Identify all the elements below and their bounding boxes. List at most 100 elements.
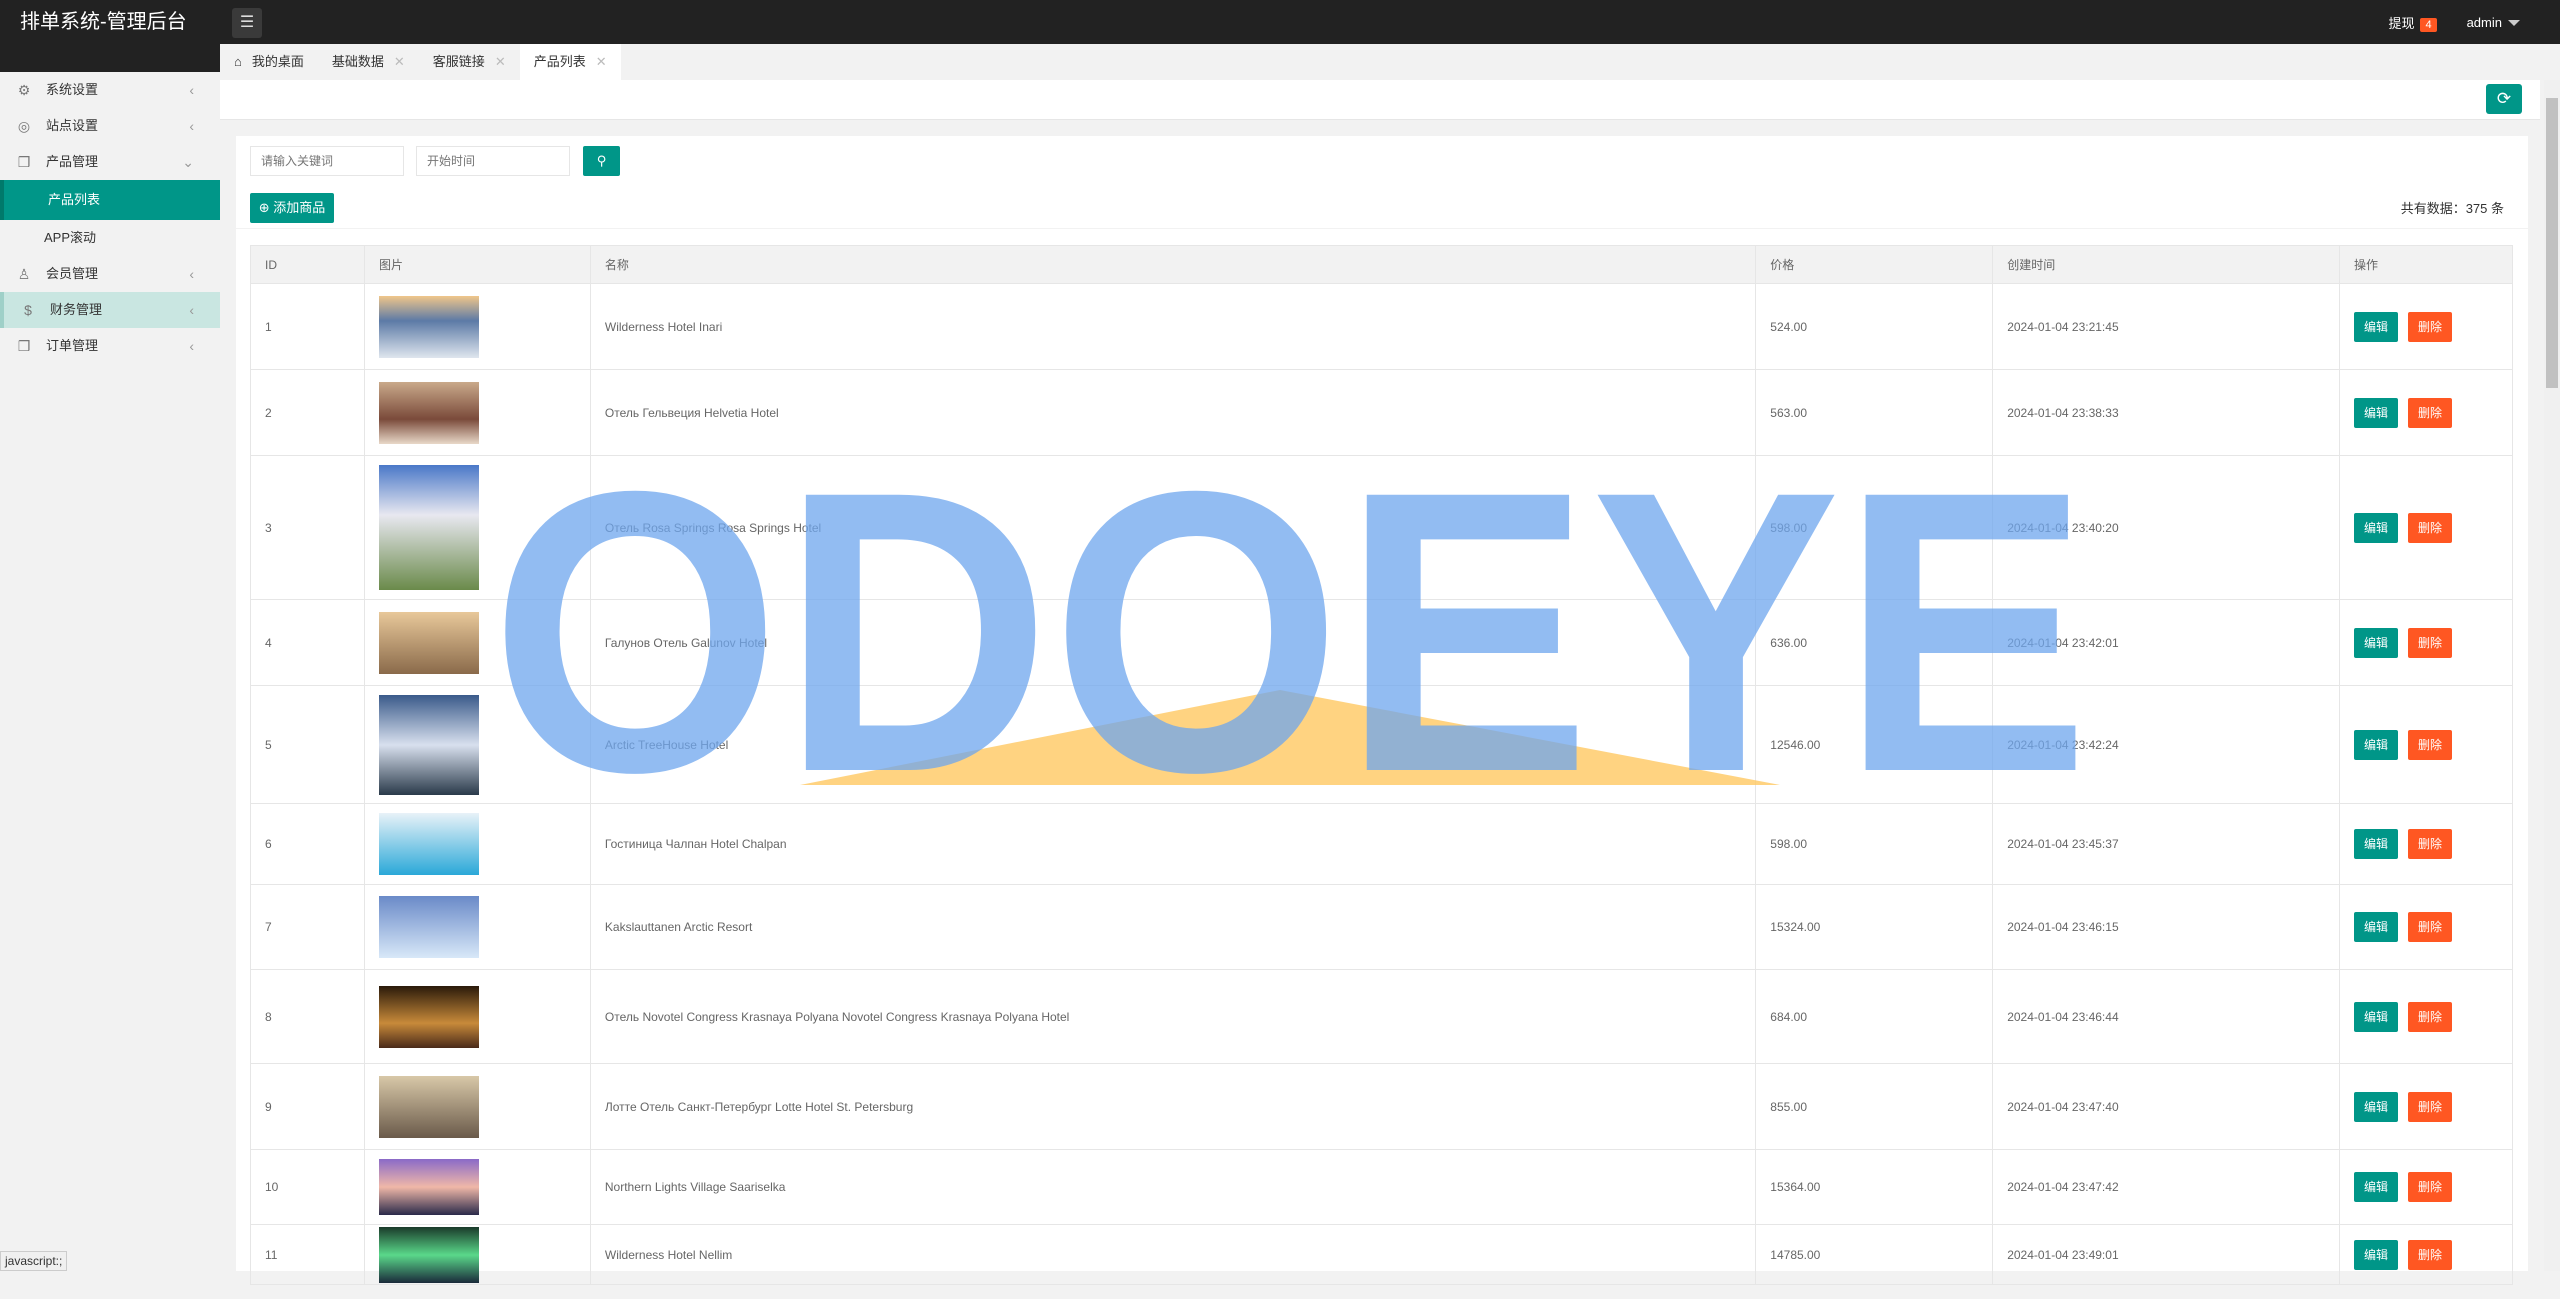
table-row: 8 Отель Novotel Congress Krasnaya Polyan… xyxy=(250,969,2513,1064)
sidebar-item[interactable]: $ 财务管理 ‹ xyxy=(0,292,220,328)
cell-created: 2024-01-04 23:46:44 xyxy=(1992,969,2341,1064)
scrollbar-thumb[interactable] xyxy=(2546,98,2558,388)
delete-button[interactable]: 删除 xyxy=(2408,729,2453,760)
tab[interactable]: 基础数据 ✕ xyxy=(318,44,419,80)
tab-bar: ⌂ 我的桌面 基础数据 ✕ 客服链接 ✕ 产品列表 ✕ xyxy=(220,44,2560,80)
tab-label: 基础数据 xyxy=(331,54,384,69)
box-icon: ❒ xyxy=(17,154,31,170)
menu-toggle-button[interactable]: ☰ xyxy=(232,8,262,38)
scrollbar[interactable] xyxy=(2544,80,2560,1271)
table-row: 4 Галунов Отель Galunov Hotel 636.00 202… xyxy=(250,599,2513,686)
edit-button[interactable]: 编辑 xyxy=(2354,912,2399,942)
cell-name: Галунов Отель Galunov Hotel xyxy=(589,599,1757,686)
cell-created: 2024-01-04 23:21:45 xyxy=(1992,283,2341,370)
edit-button[interactable]: 编辑 xyxy=(2354,512,2399,543)
product-image xyxy=(378,611,479,674)
column-header: ID xyxy=(250,245,365,284)
cell-created: 2024-01-04 23:45:37 xyxy=(1992,803,2341,885)
edit-button[interactable]: 编辑 xyxy=(2354,1001,2399,1032)
start-time-input[interactable] xyxy=(416,146,570,176)
withdraw-link[interactable]: 提现 4 xyxy=(2388,13,2437,32)
edit-button[interactable]: 编辑 xyxy=(2354,1239,2399,1270)
cell-id: 9 xyxy=(250,1063,365,1150)
user-name: admin xyxy=(2466,14,2502,30)
cell-name: Гостиница Чалпан Hotel Chalpan xyxy=(589,803,1757,885)
sidebar-item-label: 财务管理 xyxy=(50,302,103,317)
chevron-left-icon: ‹ xyxy=(189,82,194,98)
edit-button[interactable]: 编辑 xyxy=(2354,311,2399,342)
cell-id: 8 xyxy=(250,969,365,1064)
cell-price: 15324.00 xyxy=(1755,884,1994,970)
tab[interactable]: ⌂ 我的桌面 xyxy=(220,44,318,80)
delete-button[interactable]: 删除 xyxy=(2408,1239,2453,1270)
user-menu[interactable]: admin xyxy=(2467,15,2520,30)
product-image xyxy=(378,896,479,958)
cell-created: 2024-01-04 23:42:01 xyxy=(1992,599,2341,686)
status-bar-url: javascript:; xyxy=(0,1251,68,1271)
sidebar-item-label: 产品列表 xyxy=(48,192,101,207)
cell-created: 2024-01-04 23:47:42 xyxy=(1992,1149,2341,1225)
sidebar-item[interactable]: ◎ 站点设置 ‹ xyxy=(0,108,220,144)
search-icon: ⚲ xyxy=(596,153,607,168)
sidebar-item[interactable]: 产品列表 xyxy=(0,180,220,220)
chevron-left-icon: ‹ xyxy=(189,302,194,318)
cell-name: Отель Гельвеция Helvetia Hotel xyxy=(589,369,1757,456)
add-product-label: 添加商品 xyxy=(273,200,326,215)
add-product-button[interactable]: ⊕ 添加商品 xyxy=(250,193,334,223)
cell-id: 1 xyxy=(250,283,365,370)
product-image xyxy=(378,1159,479,1215)
caret-down-icon xyxy=(2508,20,2520,27)
edit-button[interactable]: 编辑 xyxy=(2354,397,2399,428)
cell-id: 6 xyxy=(250,803,365,885)
cell-name: Kakslauttanen Arctic Resort xyxy=(589,884,1757,970)
sidebar-item[interactable]: APP滚动 xyxy=(0,220,220,256)
edit-button[interactable]: 编辑 xyxy=(2354,1172,2399,1202)
edit-button[interactable]: 编辑 xyxy=(2354,729,2399,760)
sidebar-item[interactable]: ❒ 订单管理 ‹ xyxy=(0,328,220,364)
delete-button[interactable]: 删除 xyxy=(2408,311,2453,342)
edit-button[interactable]: 编辑 xyxy=(2354,1091,2399,1122)
cell-name: Лотте Отель Санкт-Петербург Lotte Hotel … xyxy=(589,1063,1757,1150)
delete-button[interactable]: 删除 xyxy=(2408,512,2453,543)
table-row: 6 Гостиница Чалпан Hotel Chalpan 598.00 … xyxy=(250,803,2513,885)
sidebar-item-label: APP滚动 xyxy=(44,230,97,245)
product-table: ID 图片 名称 价格 创建时间 操作 1 Wilderness Hotel Inari … xyxy=(250,245,2513,1285)
home-icon: ⌂ xyxy=(234,54,242,69)
keyword-input[interactable] xyxy=(250,146,404,176)
dollar-icon: $ xyxy=(24,302,32,318)
sidebar-item[interactable]: ⚙ 系统设置 ‹ xyxy=(0,72,220,108)
close-icon[interactable]: ✕ xyxy=(495,44,506,80)
chevron-left-icon: ‹ xyxy=(189,266,194,282)
close-icon[interactable]: ✕ xyxy=(394,44,405,80)
delete-button[interactable]: 删除 xyxy=(2408,627,2453,658)
sidebar-item[interactable]: ❒ 产品管理 ⌄ xyxy=(0,144,220,180)
delete-button[interactable]: 删除 xyxy=(2408,912,2453,942)
refresh-button[interactable]: ⟳ xyxy=(2486,84,2522,114)
tab[interactable]: 客服链接 ✕ xyxy=(419,44,520,80)
tab[interactable]: 产品列表 ✕ xyxy=(519,44,621,80)
delete-button[interactable]: 删除 xyxy=(2408,1001,2453,1032)
cell-price: 598.00 xyxy=(1755,803,1994,885)
delete-button[interactable]: 删除 xyxy=(2408,1091,2453,1122)
plus-circle-icon: ⊕ xyxy=(258,200,270,215)
delete-button[interactable]: 删除 xyxy=(2408,1172,2453,1202)
cell-price: 636.00 xyxy=(1755,599,1994,686)
product-image xyxy=(378,985,479,1048)
chevron-left-icon: ‹ xyxy=(189,118,194,134)
search-button[interactable]: ⚲ xyxy=(583,146,620,176)
edit-button[interactable]: 编辑 xyxy=(2354,627,2399,658)
cell-name: Northern Lights Village Saariselka xyxy=(589,1149,1757,1225)
sidebar-item-label: 站点设置 xyxy=(46,118,99,133)
sidebar-item[interactable]: ♙ 会员管理 ‹ xyxy=(0,256,220,292)
sidebar-item-label: 会员管理 xyxy=(46,266,99,281)
column-header: 价格 xyxy=(1755,245,1994,284)
cell-price: 563.00 xyxy=(1755,369,1994,456)
cell-created: 2024-01-04 23:38:33 xyxy=(1992,369,2341,456)
close-icon[interactable]: ✕ xyxy=(596,44,607,80)
delete-button[interactable]: 删除 xyxy=(2408,829,2453,859)
content-card: ⚲ ⊕ 添加商品 共有数据：375 条 ID图片名称价格创建时间操作 1 Wil… xyxy=(236,136,2528,1285)
delete-button[interactable]: 删除 xyxy=(2408,397,2453,428)
edit-button[interactable]: 编辑 xyxy=(2354,829,2399,859)
table-row: 9 Лотте Отель Санкт-Петербург Lotte Hote… xyxy=(250,1063,2513,1150)
user-icon: ♙ xyxy=(17,266,31,282)
